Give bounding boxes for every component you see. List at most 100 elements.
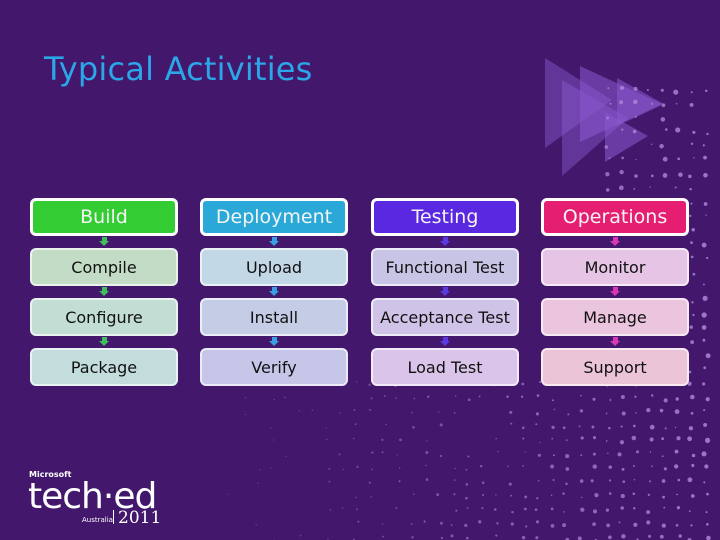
arrow-down-icon — [440, 341, 450, 346]
decor-dot — [550, 523, 555, 528]
decor-dot — [581, 496, 583, 499]
decor-dot — [661, 455, 664, 458]
decor-dot — [705, 353, 711, 359]
decor-dot — [635, 158, 637, 161]
decor-dot — [552, 454, 555, 457]
decor-dot — [371, 451, 374, 454]
decor-dot — [690, 202, 693, 205]
decor-dot — [381, 438, 384, 441]
decor-dot — [651, 465, 653, 467]
decor-dot — [270, 467, 272, 469]
decor-dot — [703, 366, 707, 370]
activity-item: Acceptance Test — [371, 298, 519, 336]
decor-dot — [663, 398, 668, 403]
decor-dot — [705, 214, 707, 216]
decor-dot — [702, 338, 706, 342]
decor-dot — [677, 478, 681, 482]
arrow-down-icon — [269, 291, 279, 296]
decor-dot — [691, 228, 695, 232]
decor-dot — [609, 398, 612, 401]
decor-dot — [650, 102, 653, 105]
decor-dot — [371, 468, 374, 471]
decor-dot — [633, 86, 638, 91]
decor-dot — [635, 412, 637, 414]
decor-dot — [467, 398, 471, 402]
decor-dot — [413, 397, 416, 400]
decor-dot — [551, 425, 555, 430]
decor-dot — [661, 103, 666, 108]
decor-dot — [693, 157, 695, 159]
decor-dot — [511, 510, 514, 514]
decor-dot — [704, 464, 709, 469]
decor-dot — [692, 313, 695, 317]
decor-dot — [481, 507, 484, 510]
decor-dot — [706, 256, 709, 260]
decor-dot — [522, 464, 524, 467]
activity-item: Upload — [200, 248, 348, 286]
decor-dot — [703, 172, 708, 178]
decor-dot — [677, 157, 681, 161]
arrow-down-icon — [440, 241, 450, 246]
decor-dot — [605, 440, 608, 442]
decor-dot — [705, 89, 708, 93]
decor-dot — [580, 454, 583, 457]
column-header-build: Build — [30, 198, 178, 236]
decor-dot — [690, 494, 695, 498]
decor-dot — [580, 507, 585, 512]
decor-dot — [701, 451, 707, 457]
decor-dot — [328, 467, 331, 470]
decor-dot — [605, 412, 608, 415]
decor-dot — [648, 534, 651, 538]
decor-dot — [674, 186, 677, 189]
decor-dot — [453, 479, 456, 481]
slide-title: Typical Activities — [44, 50, 313, 88]
decor-dot — [690, 524, 693, 527]
decor-dot — [675, 523, 679, 527]
decor-dot — [412, 426, 415, 429]
decor-dot — [692, 130, 696, 135]
decor-dot — [465, 483, 469, 486]
decor-dot — [664, 128, 668, 131]
decor-dot — [495, 494, 497, 496]
decor-dot — [578, 425, 581, 428]
decor-dot — [662, 173, 668, 178]
decor-dot — [706, 492, 709, 496]
decor-dot — [352, 437, 355, 440]
decor-dot — [702, 144, 705, 147]
arrow-down-icon — [610, 291, 620, 296]
decor-dot — [706, 132, 709, 136]
decor-dot — [369, 408, 372, 411]
decor-dot — [464, 523, 468, 528]
decor-dot — [551, 399, 555, 402]
decor-dot — [411, 411, 413, 414]
logo-separator — [113, 510, 114, 524]
decor-dot — [524, 451, 526, 453]
decor-dot — [381, 451, 384, 454]
decor-dot — [620, 394, 625, 399]
decor-dot — [426, 440, 428, 442]
decor-dot — [357, 520, 360, 523]
decor-dot — [478, 520, 482, 524]
decor-dot — [703, 481, 706, 484]
decor-dot — [649, 480, 652, 483]
decor-dot — [535, 536, 539, 540]
decor-dot — [608, 465, 613, 469]
decor-dot — [646, 520, 651, 525]
decor-dot — [497, 451, 499, 453]
decor-dot — [455, 509, 458, 512]
decor-dot — [676, 506, 681, 510]
decor-dot — [562, 492, 565, 495]
decor-dot — [687, 477, 693, 483]
arrow-down-icon — [610, 341, 620, 346]
decor-dot — [536, 394, 540, 398]
decor-dot — [244, 413, 247, 416]
decor-dot — [227, 493, 230, 495]
decor-dot — [649, 451, 652, 453]
decor-dot — [607, 452, 609, 455]
decor-dot — [621, 411, 626, 416]
decor-dot — [618, 521, 621, 524]
decor-dot — [633, 479, 636, 481]
decor-dot — [550, 494, 553, 497]
decor-dot — [284, 396, 286, 399]
decor-dot — [594, 493, 599, 498]
